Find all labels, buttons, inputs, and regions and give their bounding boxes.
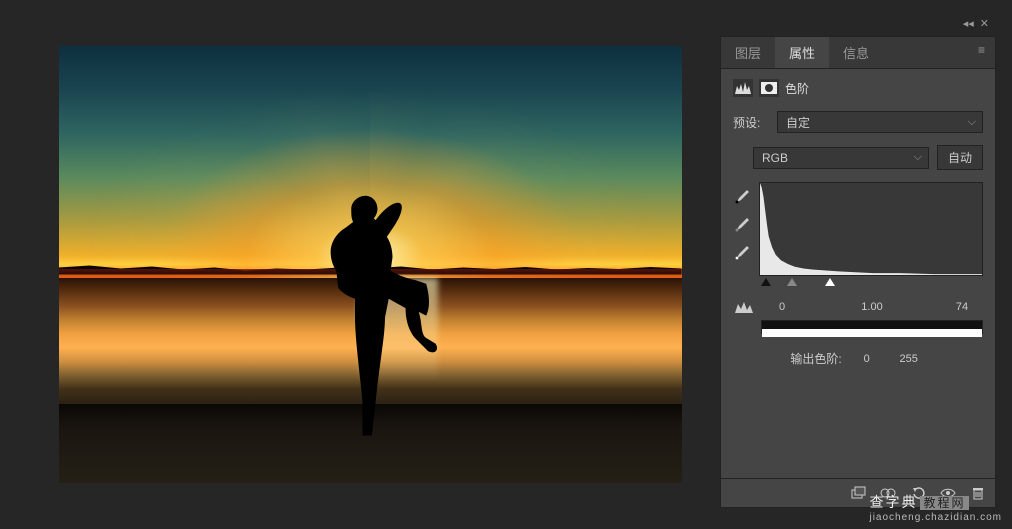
- input-black-field[interactable]: [761, 298, 803, 316]
- input-black-handle[interactable]: [761, 278, 771, 286]
- adjustment-title: 色阶: [785, 80, 809, 97]
- tab-properties[interactable]: 属性: [775, 37, 829, 68]
- channel-value: RGB: [762, 151, 788, 165]
- preset-label: 预设:: [733, 114, 769, 131]
- tab-info[interactable]: 信息: [829, 37, 883, 68]
- watermark: 查字典教程网 jiaocheng.chazidian.com: [869, 492, 1002, 523]
- input-gamma-field[interactable]: [851, 298, 893, 316]
- preset-value: 自定: [786, 114, 810, 131]
- histogram-chart: [759, 182, 983, 276]
- output-black-handle[interactable]: [762, 321, 982, 329]
- eyedropper-black-icon[interactable]: [733, 188, 751, 206]
- levels-small-icon: [733, 301, 755, 313]
- levels-icon: [733, 79, 753, 97]
- panel-collapse-icon[interactable]: ◂◂: [963, 17, 974, 30]
- output-levels-label: 输出色阶:: [790, 350, 841, 368]
- panel-close-icon[interactable]: ✕: [980, 17, 989, 30]
- input-white-handle[interactable]: [825, 278, 835, 286]
- panel-tabs: 图层 属性 信息 ≡: [721, 37, 995, 69]
- canvas-area: [0, 0, 720, 529]
- clip-to-layer-icon[interactable]: [849, 485, 867, 501]
- tab-layers[interactable]: 图层: [721, 37, 775, 68]
- output-white-handle[interactable]: [762, 329, 982, 337]
- panel-menu-icon[interactable]: ≡: [968, 37, 995, 68]
- watermark-brand1: 查字典: [869, 494, 917, 510]
- auto-button[interactable]: 自动: [937, 145, 983, 170]
- input-white-field[interactable]: [941, 298, 983, 316]
- eyedropper-white-icon[interactable]: [733, 244, 751, 262]
- watermark-url: jiaocheng.chazidian.com: [869, 512, 1002, 523]
- output-white-field[interactable]: [892, 350, 926, 368]
- preset-select[interactable]: 自定: [777, 111, 983, 133]
- image-silhouette: [280, 177, 460, 439]
- image-canvas[interactable]: [59, 46, 682, 483]
- channel-select[interactable]: RGB: [753, 147, 929, 169]
- mask-icon: [759, 79, 779, 97]
- eyedropper-gray-icon[interactable]: [733, 216, 751, 234]
- watermark-brand2: 教程网: [920, 496, 968, 510]
- input-levels-slider[interactable]: [761, 280, 983, 290]
- output-black-field[interactable]: [850, 350, 884, 368]
- output-gradient-bar[interactable]: [761, 320, 983, 334]
- input-gamma-handle[interactable]: [787, 278, 797, 286]
- properties-panel: ◂◂ ✕ 图层 属性 信息 ≡ 色阶: [720, 36, 996, 508]
